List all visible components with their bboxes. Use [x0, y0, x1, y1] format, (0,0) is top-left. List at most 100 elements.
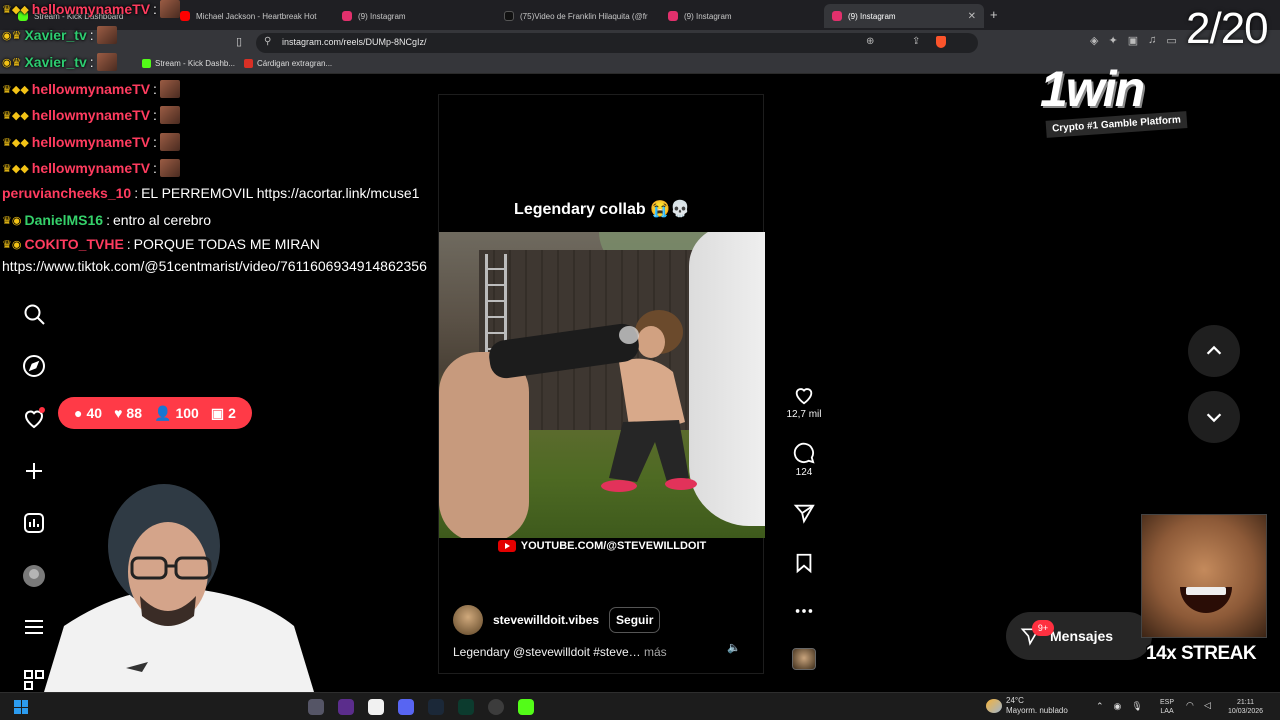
clock-date: 10/03/2026	[1228, 708, 1264, 715]
streamer-webcam	[44, 476, 314, 692]
followers-count: 2	[228, 405, 236, 421]
site-info-icon[interactable]: ⚲	[264, 36, 271, 47]
kick-icon[interactable]	[518, 699, 534, 715]
bookmark-cardigan[interactable]: Cárdigan extragran...	[244, 59, 332, 68]
extensions-toolbar: ◈ ✦ ▣ ♫ ▭	[1090, 34, 1177, 47]
tab-tiktok[interactable]: (75)Video de Franklin Hilaquita (@fr	[496, 4, 656, 28]
extension-icon[interactable]: ◈	[1090, 34, 1098, 47]
youtube-icon	[180, 11, 190, 21]
search-icon[interactable]	[22, 302, 46, 326]
comment-button[interactable]: 124	[780, 442, 828, 478]
brave-shield-icon[interactable]	[936, 36, 946, 48]
tab-title: (75)Video de Franklin Hilaquita (@fr	[520, 11, 648, 21]
sponsor-logo: 1win Crypto #1 Gamble Platform	[1040, 60, 1190, 142]
video-smoke	[619, 326, 639, 344]
reel-video[interactable]	[439, 232, 765, 538]
notifications-heart-icon[interactable]	[22, 406, 46, 430]
tray-expand-icon[interactable]: ⌃	[1096, 701, 1104, 712]
chat-user: Xavier_tv	[24, 54, 87, 70]
viewers-count: 100	[175, 405, 199, 421]
chrome-icon[interactable]	[488, 699, 504, 715]
chat-user: hellowmynameTV	[31, 160, 151, 176]
share-icon[interactable]: ⇪	[912, 36, 920, 47]
bookmark-label: Cárdigan extragran...	[257, 59, 333, 68]
terminal-icon[interactable]	[458, 699, 474, 715]
tab-strip: Stream - Kick Dashboard Michael Jackson …	[0, 0, 1280, 30]
viewers-stat: 👤 100	[154, 405, 199, 422]
wifi-icon[interactable]: ◠	[1186, 700, 1194, 711]
app-icon[interactable]	[308, 699, 324, 715]
chat-emote-icon	[159, 133, 180, 151]
more-apps-icon[interactable]	[22, 668, 46, 692]
music-icon[interactable]: ♫	[1148, 34, 1156, 47]
obs-icon[interactable]	[338, 699, 354, 715]
audio-thumbnail[interactable]	[792, 648, 816, 670]
zoom-icon[interactable]: ⊕	[866, 36, 874, 47]
likes-stat: ♥ 88	[114, 405, 142, 421]
volume-icon[interactable]: ◁	[1204, 700, 1211, 711]
chat-message: peruviancheeks_10: EL PERREMOVIL https:/…	[2, 185, 420, 201]
url-field[interactable]: ⚲ instagram.com/reels/DUMp-8NCgIz/ ⊕ ⇪	[256, 33, 978, 53]
bookmark-icon	[796, 553, 812, 574]
steam-icon[interactable]	[428, 699, 444, 715]
taskbar-apps	[308, 699, 534, 715]
chevron-down-icon	[1206, 413, 1222, 423]
language-indicator[interactable]: ESP LAA	[1160, 698, 1174, 716]
mic-icon[interactable]: 🎙	[1131, 701, 1142, 712]
author-avatar[interactable]	[453, 605, 483, 635]
chat-badges-icon: ♛◉	[2, 238, 22, 251]
close-tab-icon[interactable]: ✕	[968, 11, 976, 22]
tab-title: (9) Instagram	[684, 11, 732, 21]
more-link[interactable]: más	[644, 645, 667, 659]
url-text: instagram.com/reels/DUMp-8NCgIz/	[282, 37, 427, 47]
weather-desc: Mayorm. nublado	[1006, 706, 1068, 715]
reel-author: stevewilldoit.vibes Seguir	[453, 605, 661, 635]
chat-badges-icon: ♛◆◆	[2, 3, 29, 16]
dashboard-icon[interactable]	[22, 511, 46, 535]
sidebar-icon[interactable]: ▭	[1166, 34, 1176, 47]
chat-message: ♛◉ COKITO_TVHE: PORQUE TODAS ME MIRAN	[2, 236, 320, 252]
messages-button[interactable]: Mensajes	[1006, 612, 1152, 660]
tab-instagram-active[interactable]: (9) Instagram ✕	[824, 4, 984, 28]
follow-button[interactable]: Seguir	[609, 607, 661, 633]
more-options-button[interactable]	[780, 600, 828, 622]
puzzle-icon[interactable]: ✦	[1108, 34, 1117, 47]
author-name[interactable]: stevewilldoit.vibes	[493, 613, 599, 627]
weather-widget[interactable]: 24°C Mayorm. nublado	[986, 696, 1068, 716]
previous-reel-button[interactable]	[1188, 325, 1240, 377]
tab-instagram-1[interactable]: (9) Instagram	[334, 4, 494, 28]
explore-icon[interactable]	[22, 354, 46, 378]
chat-text: EL PERREMOVIL https://acortar.link/mcuse…	[141, 185, 420, 201]
system-clock[interactable]: 21:11 10/03/2026	[1228, 698, 1263, 716]
menu-icon[interactable]	[22, 615, 46, 639]
chat-message: ♛◆◆ hellowmynameTV:	[2, 0, 180, 18]
tab-title: Michael Jackson - Heartbreak Hot	[196, 11, 317, 21]
windows-start-icon[interactable]	[14, 700, 28, 714]
tab-youtube[interactable]: Michael Jackson - Heartbreak Hot	[172, 4, 332, 28]
save-button[interactable]	[780, 552, 828, 574]
reel-description: Legendary @stevewilldoit #steve… más	[453, 645, 667, 659]
bookmark-kick[interactable]: Stream - Kick Dashb...	[142, 59, 235, 68]
screenshot-icon[interactable]: ▣	[1128, 34, 1138, 47]
profile-avatar[interactable]	[22, 564, 46, 588]
chat-badges-icon: ♛◆◆	[2, 162, 29, 175]
weather-icon	[986, 699, 1002, 713]
reel-player[interactable]: Legendary collab 😭💀 YOUTUBE.COM/@STEVEWI…	[438, 94, 765, 674]
chat-emote-icon	[96, 26, 117, 44]
audio-toggle-icon[interactable]: 🔈	[727, 641, 745, 655]
discord-icon[interactable]	[398, 699, 414, 715]
bookmark-icon[interactable]: ▯	[236, 35, 242, 48]
create-icon[interactable]	[22, 459, 46, 483]
reel-overlay-caption: Legendary collab 😭💀	[514, 201, 690, 218]
like-button[interactable]: 12,7 mil	[780, 384, 828, 420]
chat-message: ♛◆◆ hellowmynameTV:	[2, 133, 180, 151]
network-icon[interactable]: ◉	[1114, 701, 1122, 712]
file-icon[interactable]	[368, 699, 384, 715]
chat-user: hellowmynameTV	[31, 81, 151, 97]
tab-instagram-2[interactable]: (9) Instagram	[660, 4, 820, 28]
next-reel-button[interactable]	[1188, 391, 1240, 443]
share-button[interactable]	[780, 502, 828, 524]
followers-stat: ▣ 2	[211, 405, 236, 422]
new-tab-button[interactable]: +	[990, 7, 998, 22]
watermark-text: YOUTUBE.COM/@STEVEWILLDOIT	[520, 540, 707, 552]
